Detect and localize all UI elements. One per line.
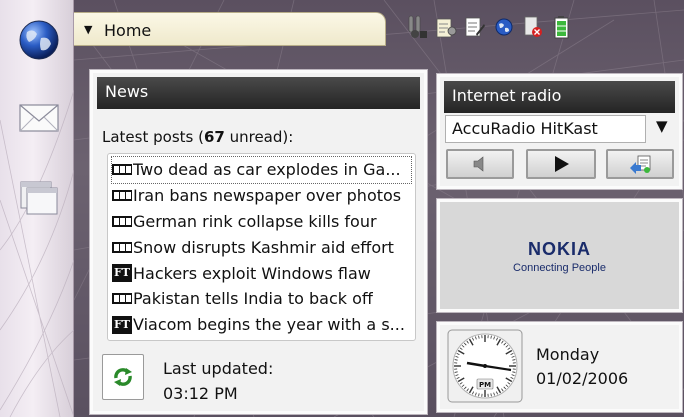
globe-icon[interactable] bbox=[493, 14, 515, 40]
news-headline: Two dead as car explodes in Ga... bbox=[133, 160, 401, 180]
speaker-icon bbox=[473, 156, 484, 172]
bbc-logo-icon bbox=[112, 190, 132, 202]
ft-logo-icon: FT bbox=[112, 264, 132, 283]
play-button[interactable] bbox=[526, 149, 596, 179]
clock-panel[interactable]: PM Monday 01/02/2006 bbox=[436, 321, 683, 413]
last-updated-time: 03:12 PM bbox=[163, 384, 238, 403]
internet-radio-panel: Internet radio AccuRadio HitKast ▼ bbox=[436, 73, 683, 190]
news-headline: Hackers exploit Windows flaw bbox=[133, 263, 371, 283]
list-item[interactable]: FT Viacom begins the year with a s... bbox=[112, 312, 411, 338]
news-headline: German rink collapse kills four bbox=[133, 211, 377, 231]
ft-logo-icon: FT bbox=[112, 315, 132, 334]
news-panel: News Latest posts (67 unread): Two dead … bbox=[89, 69, 428, 415]
news-header: News bbox=[97, 77, 420, 109]
dropdown-arrow-icon: ▼ bbox=[84, 23, 93, 36]
page-title: Home bbox=[104, 21, 152, 40]
bbc-logo-icon bbox=[112, 293, 132, 305]
disconnect-icon[interactable] bbox=[522, 14, 544, 40]
list-item[interactable]: Pakistan tells India to back off bbox=[112, 286, 411, 312]
news-list[interactable]: Two dead as car explodes in Ga... Iran b… bbox=[107, 153, 416, 341]
refresh-icon bbox=[114, 368, 132, 386]
news-headline: Iran bans newspaper over photos bbox=[133, 186, 402, 206]
battery-icon[interactable] bbox=[551, 14, 573, 40]
bbc-logo-icon bbox=[112, 215, 132, 227]
mail-icon[interactable] bbox=[17, 96, 61, 140]
list-item[interactable]: Two dead as car explodes in Ga... bbox=[111, 156, 412, 184]
list-item[interactable]: Iran bans newspaper over photos bbox=[112, 183, 411, 209]
status-toolbar bbox=[406, 14, 573, 44]
list-item[interactable]: FT Hackers exploit Windows flaw bbox=[112, 260, 411, 286]
last-updated-label: Last updated: bbox=[163, 359, 274, 378]
nokia-banner: NOKIA Connecting People bbox=[436, 198, 683, 313]
unread-count: 67 bbox=[203, 128, 225, 146]
clock-date: 01/02/2006 bbox=[536, 369, 629, 388]
refresh-button[interactable] bbox=[102, 354, 144, 400]
clock-day: Monday bbox=[536, 345, 600, 364]
station-select[interactable]: AccuRadio HitKast bbox=[445, 115, 646, 143]
list-item[interactable]: German rink collapse kills four bbox=[112, 209, 411, 235]
nokia-logo: NOKIA bbox=[528, 239, 591, 259]
windows-icon[interactable] bbox=[17, 176, 61, 220]
connection-settings-icon[interactable] bbox=[406, 14, 428, 40]
meridiem-label: PM bbox=[479, 381, 491, 389]
analog-clock: PM bbox=[447, 329, 523, 403]
globe-icon[interactable] bbox=[17, 18, 61, 62]
volume-button[interactable] bbox=[446, 149, 514, 179]
list-item[interactable]: Snow disrupts Kashmir aid effort bbox=[112, 234, 411, 260]
radio-header: Internet radio bbox=[444, 81, 675, 113]
news-headline: Snow disrupts Kashmir aid effort bbox=[133, 237, 394, 257]
station-directory-icon bbox=[630, 155, 651, 174]
news-headline: Viacom begins the year with a s... bbox=[133, 315, 405, 335]
edit-icon[interactable] bbox=[464, 14, 486, 40]
taskbar bbox=[0, 0, 74, 417]
bbc-logo-icon bbox=[112, 241, 132, 253]
view-title-tab[interactable]: ▼ Home bbox=[74, 12, 386, 46]
bbc-logo-icon bbox=[112, 164, 132, 176]
latest-posts-label: Latest posts (67 unread): bbox=[102, 128, 294, 146]
news-headline: Pakistan tells India to back off bbox=[133, 289, 373, 309]
home-screen: ▼ Home News Latest posts (67 unread): Tw… bbox=[0, 0, 684, 417]
dropdown-arrow-icon[interactable]: ▼ bbox=[656, 117, 668, 135]
play-icon bbox=[555, 156, 569, 172]
nokia-tagline: Connecting People bbox=[513, 262, 606, 274]
device-settings-icon[interactable] bbox=[435, 14, 457, 40]
station-directory-button[interactable] bbox=[606, 149, 674, 179]
